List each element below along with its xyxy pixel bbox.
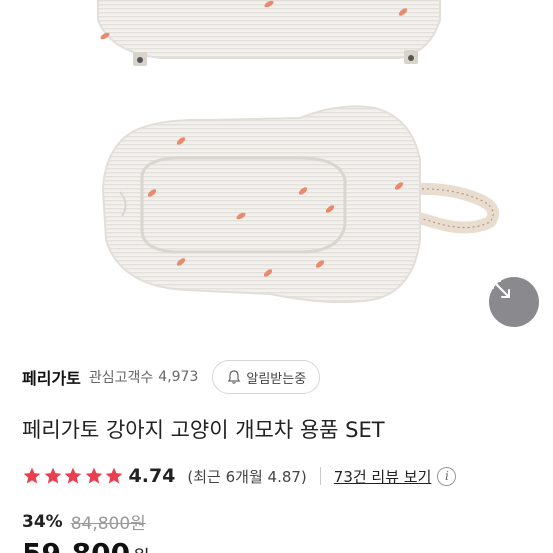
- expand-image-button[interactable]: [489, 277, 539, 327]
- star-icon: [85, 467, 102, 484]
- sale-price-unit: 원: [133, 543, 150, 553]
- alert-subscribe-button[interactable]: 알림받는중: [212, 360, 321, 394]
- brand-row: 페리가토 관심고객수 4,973 알림받는중: [22, 360, 542, 394]
- divider: [319, 467, 321, 485]
- bell-icon: [226, 369, 242, 385]
- reviews-link[interactable]: 73건 리뷰 보기: [334, 466, 432, 487]
- product-title: 페리가토 강아지 고양이 개모차 용품 SET: [22, 418, 385, 442]
- star-icon: [44, 467, 61, 484]
- alert-button-label: 알림받는중: [246, 371, 307, 387]
- original-price: 84,800원: [70, 514, 146, 534]
- discount-rate: 34%: [22, 511, 63, 532]
- rating-value: 4.74: [128, 465, 176, 487]
- star-icon: [23, 467, 41, 484]
- rating-stars: [22, 466, 125, 486]
- expand-arrows-icon: [492, 280, 510, 298]
- product-image[interactable]: [0, 0, 553, 345]
- sale-price: 59,800: [22, 537, 130, 553]
- watchers-label: 관심고객수: [88, 370, 154, 386]
- rating-row: 4.74 (최근 6개월 4.87) 73건 리뷰 보기 i: [22, 462, 457, 490]
- star-icon: [105, 467, 123, 484]
- product-photo-illustration: [97, 0, 500, 304]
- brand-name[interactable]: 페리가토: [22, 365, 81, 389]
- sale-price-row: 59,800 원: [22, 537, 150, 553]
- recent-rating: (최근 6개월 4.87): [187, 467, 307, 486]
- price-row: 34% 84,800원: [22, 509, 146, 535]
- watchers-count: 4,973: [158, 369, 199, 385]
- info-icon[interactable]: i: [437, 466, 457, 486]
- star-icon: [64, 467, 82, 484]
